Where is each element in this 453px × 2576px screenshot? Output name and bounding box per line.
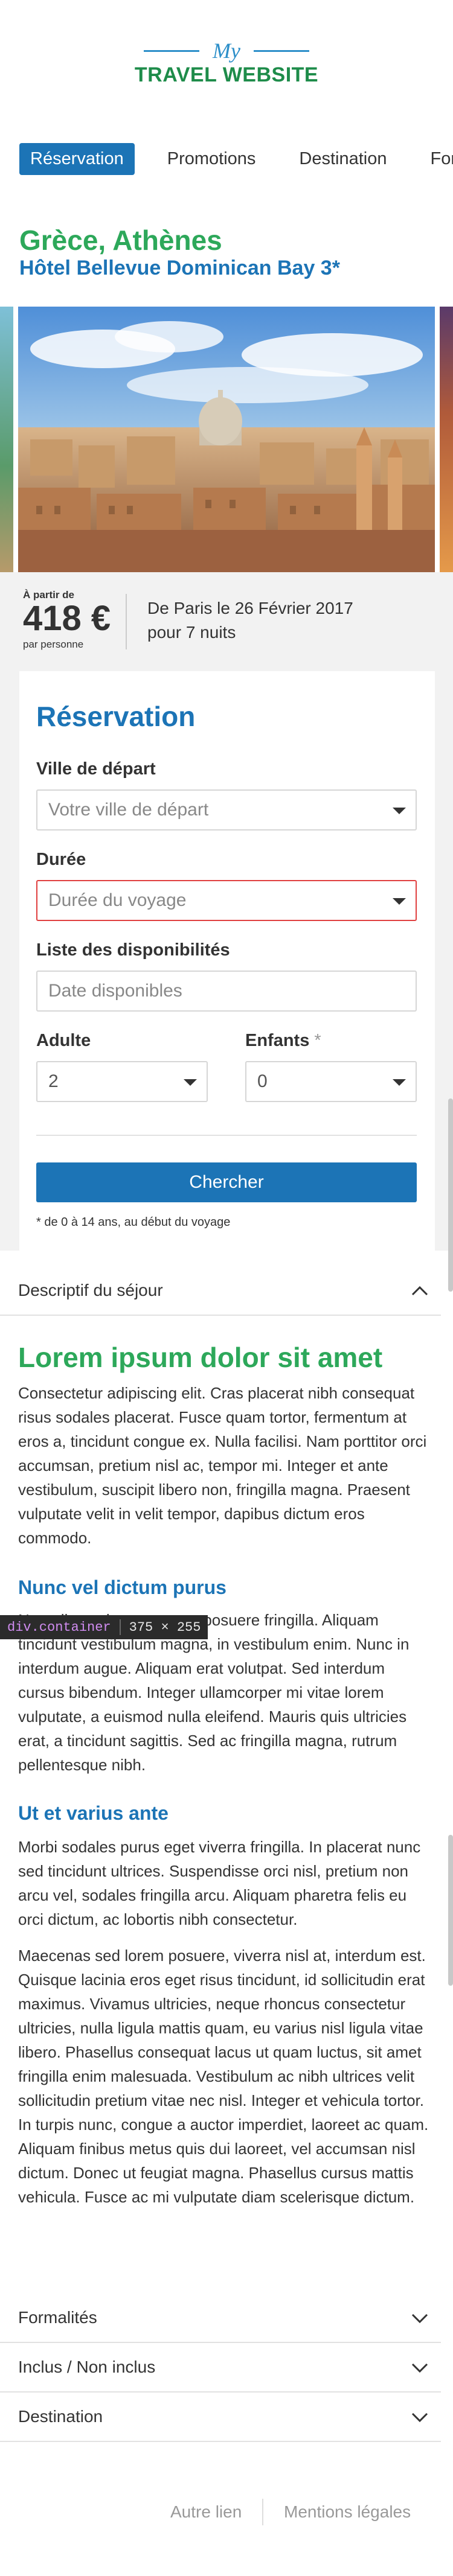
logo-small-text: My: [213, 39, 240, 63]
chevron-down-icon: [393, 808, 406, 814]
devtools-element-name: div.container: [7, 1619, 111, 1635]
trip-summary: De Paris le 26 Février 2017 pour 7 nuits: [147, 596, 353, 645]
content-paragraph-4: Maecenas sed lorem posuere, viverra nisl…: [18, 1946, 429, 2206]
availability-input[interactable]: Date disponibles: [36, 971, 417, 1012]
content-paragraph-3: Morbi sodales purus eget viverra fringil…: [18, 1838, 421, 1928]
chevron-down-icon: [393, 1079, 406, 1086]
form-divider: [36, 1135, 417, 1136]
accordion-formalities-header[interactable]: Formalités: [0, 2294, 441, 2343]
logo-main-text: TRAVEL WEBSITE: [134, 63, 319, 86]
departure-select[interactable]: Votre ville de départ: [36, 789, 417, 831]
children-select[interactable]: 0: [245, 1061, 417, 1102]
adult-select-value: 2: [48, 1071, 59, 1091]
chevron-down-icon: [393, 898, 406, 905]
chevron-down-icon: [411, 2412, 428, 2423]
footer-link-legal[interactable]: Mentions légales: [284, 2502, 411, 2522]
children-label-text: Enfants: [245, 1031, 310, 1050]
accordion-included-header[interactable]: Inclus / Non inclus: [0, 2343, 441, 2393]
accordion-destination-label: Destination: [18, 2407, 103, 2426]
scrollbar-thumb-lower[interactable]: [448, 1835, 453, 1986]
footer-divider: [262, 2499, 263, 2525]
children-age-note: * de 0 à 14 ans, au début du voyage: [36, 1216, 231, 1229]
search-button[interactable]: Chercher: [36, 1162, 417, 1202]
adult-label: Adulte: [36, 1031, 91, 1050]
nav-item-destination[interactable]: Destination: [288, 143, 397, 175]
scrollbar-thumb[interactable]: [448, 1098, 453, 1292]
reservation-form: Réservation Ville de départ Votre ville …: [19, 671, 435, 1251]
availability-placeholder: Date disponibles: [48, 981, 182, 1001]
price-value: 418 €: [23, 599, 111, 638]
departure-label: Ville de départ: [36, 759, 156, 779]
devtools-element-size: 375 × 255: [129, 1619, 201, 1635]
duration-select[interactable]: Durée du voyage: [36, 880, 417, 921]
price-divider: [126, 594, 127, 649]
devtools-element-tooltip: div.container 375 × 255: [0, 1615, 208, 1639]
footer-link-other[interactable]: Autre lien: [170, 2502, 242, 2522]
price-summary: À partir de 418 € par personne De Paris …: [0, 572, 453, 672]
content-subheading-1: Nunc vel dictum purus: [18, 1577, 226, 1598]
chevron-down-icon: [411, 2313, 428, 2324]
accordion-description-label: Descriptif du séjour: [18, 1281, 163, 1299]
accordion-included-label: Inclus / Non inclus: [18, 2358, 156, 2376]
chevron-down-icon: [184, 1079, 197, 1086]
nav-item-formulaire[interactable]: Formu: [420, 143, 453, 175]
reservation-title: Réservation: [36, 701, 196, 732]
logo-top-row: My: [0, 39, 453, 63]
nav-item-promotions[interactable]: Promotions: [156, 143, 267, 175]
city-photo: [18, 307, 435, 572]
trip-departure-date: De Paris le 26 Février 2017: [147, 599, 353, 617]
duration-label: Durée: [36, 850, 86, 869]
content-subheading-2: Ut et varius ante: [18, 1802, 169, 1824]
devtools-divider: [119, 1619, 121, 1635]
chevron-up-icon: [411, 1286, 428, 1296]
chevron-down-icon: [411, 2363, 428, 2373]
logo-line-right: [253, 49, 309, 52]
duration-select-value: Durée du voyage: [48, 890, 187, 910]
price-per-person: par personne: [23, 639, 84, 650]
accordion-formalities-label: Formalités: [18, 2308, 97, 2327]
adult-select[interactable]: 2: [36, 1061, 208, 1102]
content-paragraph-1: Consectetur adipiscing elit. Cras placer…: [18, 1384, 427, 1547]
carousel-main-photo: [18, 307, 435, 572]
accordion-description-header[interactable]: Descriptif du séjour: [0, 1266, 441, 1316]
site-header: My TRAVEL WEBSITE: [0, 0, 453, 127]
logo-line-left: [144, 49, 200, 52]
hotel-title: Hôtel Bellevue Dominican Bay 3*: [19, 257, 340, 279]
trip-nights: pour 7 nuits: [147, 623, 236, 642]
children-select-value: 0: [257, 1071, 268, 1091]
children-required-star: *: [314, 1031, 321, 1050]
accordion-destination-header[interactable]: Destination: [0, 2393, 441, 2442]
children-label: Enfants *: [245, 1031, 321, 1051]
content-heading: Lorem ipsum dolor sit amet: [18, 1342, 383, 1373]
carousel-next-slide[interactable]: [440, 307, 453, 572]
main-nav: Réservation Promotions Destination Formu: [0, 139, 453, 178]
carousel-prev-slide[interactable]: [0, 307, 13, 572]
site-logo[interactable]: My TRAVEL WEBSITE: [0, 39, 453, 87]
availability-label: Liste des disponibilités: [36, 940, 230, 960]
departure-select-value: Votre ville de départ: [48, 800, 209, 820]
photo-carousel[interactable]: [0, 307, 453, 572]
nav-item-reservation[interactable]: Réservation: [19, 142, 135, 175]
destination-title: Grèce, Athènes: [19, 225, 222, 256]
